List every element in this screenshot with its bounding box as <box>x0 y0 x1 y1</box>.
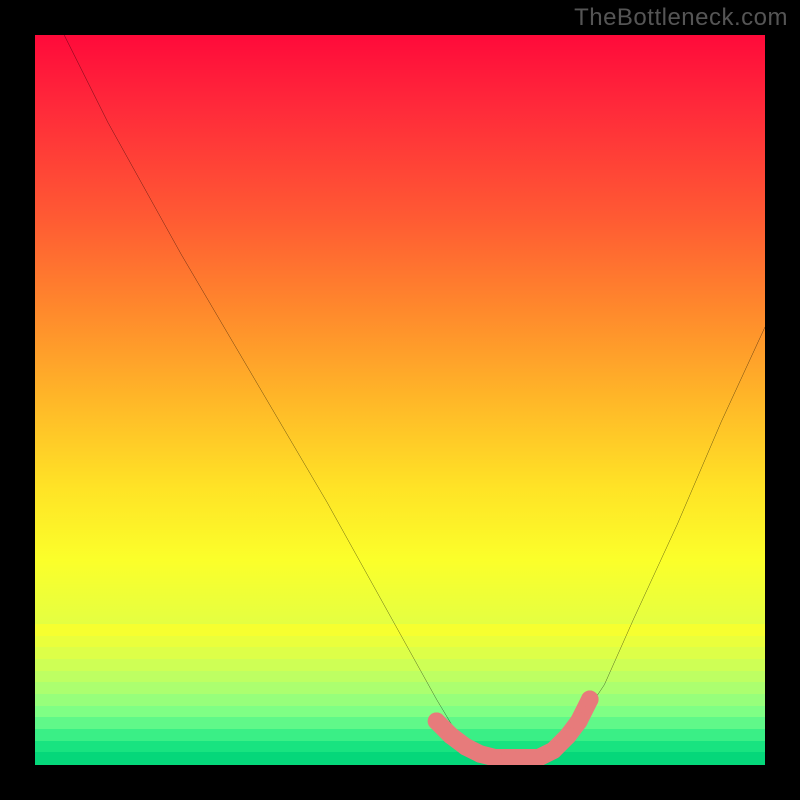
marker-dot <box>428 712 446 730</box>
marker-dot <box>581 691 599 709</box>
marker-dot <box>545 742 563 760</box>
sweet-spot-markers <box>428 691 599 765</box>
marker-dot <box>570 712 588 730</box>
marker-dot <box>472 745 490 763</box>
marker-dot <box>559 727 577 745</box>
chart-stage: TheBottleneck.com <box>0 0 800 800</box>
marker-dot <box>442 727 460 745</box>
bottleneck-curve-path <box>64 35 765 758</box>
plot-area <box>35 35 765 765</box>
watermark-text: TheBottleneck.com <box>574 4 788 32</box>
curve-layer <box>35 35 765 765</box>
